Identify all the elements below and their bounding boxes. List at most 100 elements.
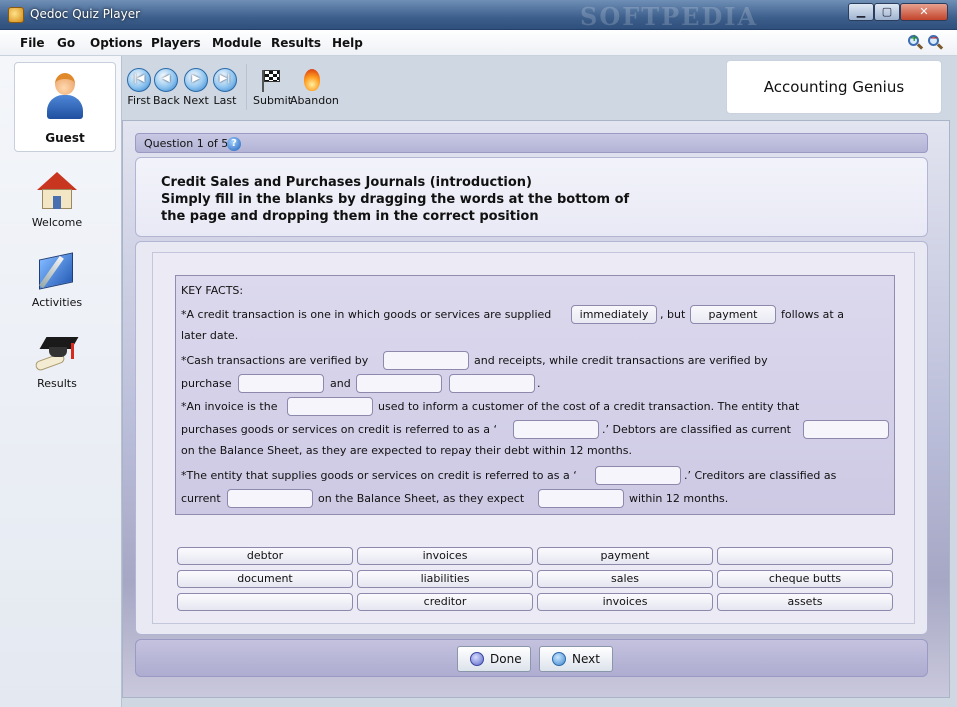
quiz-inner: KEY FACTS: *A credit transaction is one … [152,252,915,624]
word-tile[interactable]: debtor [177,547,353,565]
back-icon: ◀ [154,68,178,92]
fact-text: , but [660,308,686,321]
word-tile[interactable]: invoices [537,593,713,611]
fact-text: used to inform a customer of the cost of… [378,400,800,413]
menu-file[interactable]: File [20,36,45,50]
sidebar-item-label: Welcome [31,216,83,229]
word-tile[interactable]: invoices [357,547,533,565]
zoom-in-icon[interactable]: + [908,33,924,51]
key-facts-heading: KEY FACTS: [181,284,244,297]
user-avatar-icon [45,73,85,119]
sidebar-item-label: Activities [31,296,83,309]
word-tile[interactable]: payment [537,547,713,565]
menu-module[interactable]: Module [212,36,262,50]
user-name: Guest [45,131,85,145]
toolbar: |◀ First ◀ Back ▶ Next ▶| Last Submit Ab… [122,56,957,120]
watermark: SOFTPEDIA [580,2,759,31]
sidebar-item-label: Results [37,377,77,390]
next-icon: ▶ [184,68,208,92]
last-icon: ▶| [213,68,237,92]
quiz-panel: KEY FACTS: *A credit transaction is one … [135,241,928,635]
fire-icon [300,68,324,92]
word-tile[interactable]: liabilities [357,570,533,588]
quiz-title: Accounting Genius [726,60,942,114]
menu-players[interactable]: Players [151,36,201,50]
maximize-button[interactable]: ▢ [874,3,900,21]
sidebar-item-results[interactable]: Results [14,333,100,390]
minimize-button[interactable]: ▁ [848,3,874,21]
zoom-out-icon[interactable]: − [928,33,944,51]
back-button[interactable]: ◀ Back [153,68,180,107]
word-tile[interactable]: document [177,570,353,588]
fact-text: within 12 months. [629,492,729,505]
drop-blank[interactable] [595,466,681,485]
fact-text: purchases goods or services on credit is… [181,423,497,436]
close-button[interactable]: ✕ [900,3,948,21]
fact-text: current [181,492,221,505]
done-icon [470,652,484,666]
book-icon [35,252,79,292]
drop-blank[interactable] [238,374,324,393]
fact-text: later date. [181,329,239,342]
drop-blank[interactable] [356,374,442,393]
key-facts-box: KEY FACTS: *A credit transaction is one … [175,275,895,515]
app-icon [8,7,24,23]
word-tile-empty[interactable] [177,593,353,611]
sidebar-item-welcome[interactable]: Welcome [14,172,100,229]
house-icon [35,172,79,212]
menu-go[interactable]: Go [57,36,75,50]
next-icon [552,652,566,666]
first-button[interactable]: |◀ First [126,68,152,107]
fact-text: *An invoice is the [181,400,278,413]
drop-blank[interactable] [449,374,535,393]
fact-text: .’ Debtors are classified as current [602,423,791,436]
next-button[interactable]: ▶ Next [182,68,210,107]
first-icon: |◀ [127,68,151,92]
fact-text: and [330,377,351,390]
help-icon[interactable]: ? [227,137,241,151]
drop-blank-filled[interactable]: payment [690,305,776,324]
drop-blank[interactable] [287,397,373,416]
submit-button[interactable]: Submit [253,68,292,107]
fact-text: on the Balance Sheet, as they expect [318,492,525,505]
menu-help[interactable]: Help [332,36,363,50]
fact-text: .’ Creditors are classified as [684,469,837,482]
fact-text: on the Balance Sheet, as they are expect… [181,444,632,457]
done-button[interactable]: Done [457,646,531,672]
window-title: Qedoc Quiz Player [30,7,141,21]
graduation-cap-icon [34,333,79,373]
word-tile[interactable]: assets [717,593,893,611]
quiz-area: Question 1 of 5. ? Credit Sales and Purc… [122,120,950,698]
fact-text: and receipts, while credit transactions … [474,354,768,367]
action-bar: Done Next [135,639,928,677]
word-tile[interactable]: creditor [357,593,533,611]
menu-bar: File Go Options Players Module Results H… [0,30,957,56]
sidebar: Guest Welcome Activities Results [0,56,122,707]
question-header: Question 1 of 5. ? [135,133,928,153]
word-tile-empty[interactable] [717,547,893,565]
menu-results[interactable]: Results [271,36,321,50]
next-question-button[interactable]: Next [539,646,613,672]
word-tile[interactable]: sales [537,570,713,588]
drop-blank[interactable] [227,489,313,508]
drop-blank[interactable] [383,351,469,370]
drop-blank[interactable] [538,489,624,508]
drop-blank[interactable] [803,420,889,439]
instructions-panel: Credit Sales and Purchases Journals (int… [135,157,928,237]
question-counter: Question 1 of 5. [144,137,232,150]
user-panel[interactable]: Guest [14,62,116,152]
fact-text: *A credit transaction is one in which go… [181,308,552,321]
drop-blank[interactable] [513,420,599,439]
abandon-button[interactable]: Abandon [290,68,339,107]
word-tile[interactable]: cheque butts [717,570,893,588]
title-bar: Qedoc Quiz Player SOFTPEDIA ▁ ▢ ✕ [0,0,957,31]
fact-text: *Cash transactions are verified by [181,354,369,367]
sidebar-item-activities[interactable]: Activities [14,252,100,309]
fact-text: follows at a [781,308,844,321]
fact-text: purchase [181,377,232,390]
drop-blank-filled[interactable]: immediately [571,305,657,324]
instructions-text: Credit Sales and Purchases Journals (int… [161,175,630,224]
last-button[interactable]: ▶| Last [212,68,238,107]
menu-options[interactable]: Options [90,36,143,50]
toolbar-separator [246,64,247,110]
